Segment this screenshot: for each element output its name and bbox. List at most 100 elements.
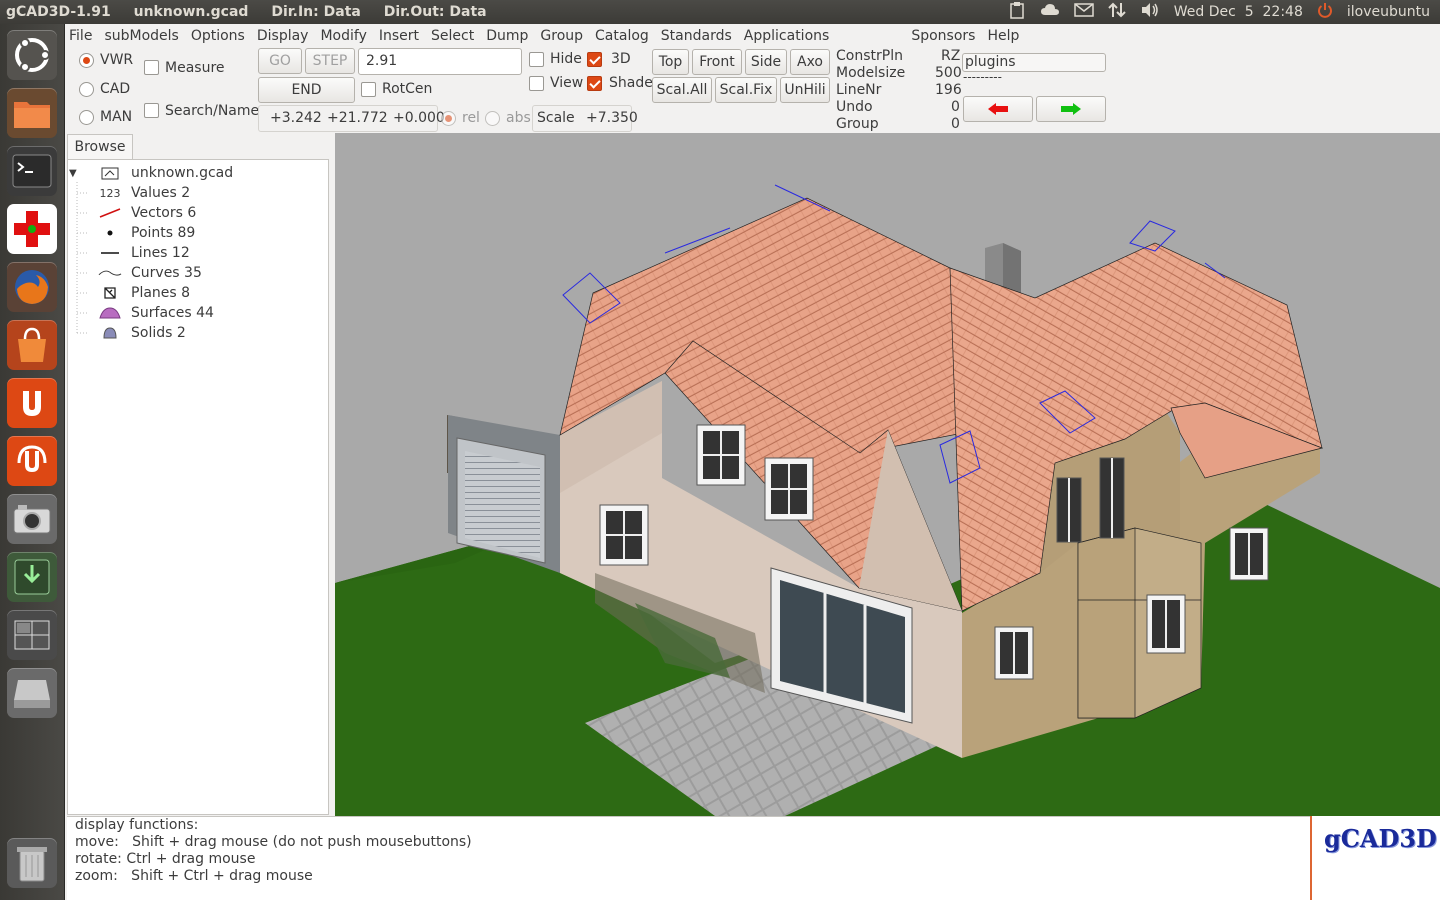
menu-options[interactable]: Options bbox=[185, 28, 251, 44]
coord-x: +3.242 bbox=[270, 110, 322, 126]
rotcen-checkbox[interactable] bbox=[361, 82, 376, 97]
message-line: zoom: Shift + Ctrl + drag mouse bbox=[75, 868, 313, 884]
step-value-field[interactable]: 2.91 bbox=[358, 48, 522, 75]
files-icon[interactable] bbox=[7, 88, 57, 138]
constrpln-value: RZ bbox=[941, 48, 961, 64]
top-view-button[interactable]: Top bbox=[652, 49, 689, 75]
scale-value: +7.350 bbox=[586, 110, 638, 126]
view-label: View bbox=[550, 75, 584, 91]
tree-item-planes[interactable]: Planes 8 bbox=[68, 283, 328, 303]
terminal-icon[interactable] bbox=[7, 146, 57, 196]
measure-checkbox[interactable] bbox=[144, 60, 159, 75]
software-center-icon[interactable] bbox=[7, 320, 57, 370]
unhili-button[interactable]: UnHili bbox=[780, 77, 830, 103]
update-manager-icon[interactable] bbox=[7, 552, 57, 602]
menu-catalog[interactable]: Catalog bbox=[589, 28, 655, 44]
ubuntu-one-music-icon[interactable] bbox=[7, 436, 57, 486]
menu-group[interactable]: Group bbox=[534, 28, 589, 44]
tab-browse[interactable]: Browse bbox=[67, 134, 133, 159]
menu-help[interactable]: Help bbox=[981, 28, 1025, 44]
tree-item-vectors[interactable]: Vectors 6 bbox=[68, 203, 328, 223]
search-name-label: Search/Name bbox=[165, 103, 260, 119]
dash-home-icon[interactable] bbox=[7, 30, 57, 80]
firefox-icon[interactable] bbox=[7, 262, 57, 312]
arrow-right-icon bbox=[1061, 103, 1081, 115]
scale-fix-button[interactable]: Scal.Fix bbox=[715, 77, 777, 103]
linenr-value: 196 bbox=[935, 82, 962, 98]
mail-icon[interactable] bbox=[1074, 2, 1094, 22]
trash-icon[interactable] bbox=[7, 838, 57, 888]
user-name[interactable]: iloveubuntu bbox=[1347, 4, 1430, 20]
window-icon bbox=[696, 424, 746, 486]
plane-icon bbox=[98, 285, 122, 301]
clock[interactable]: Wed Dec 5 22:48 bbox=[1174, 4, 1303, 20]
menu-display[interactable]: Display bbox=[251, 28, 315, 44]
curve-icon bbox=[98, 265, 122, 281]
menu-file[interactable]: File bbox=[63, 28, 98, 44]
house-model-render bbox=[335, 184, 1440, 816]
axo-view-button[interactable]: Axo bbox=[790, 49, 830, 75]
mode-man-radio[interactable] bbox=[79, 110, 94, 125]
top-panel: gCAD3D-1.91 unknown.gcad Dir.In: Data Di… bbox=[0, 0, 1440, 24]
tree-item-points[interactable]: Points 89 bbox=[68, 223, 328, 243]
view-checkbox[interactable] bbox=[529, 76, 544, 91]
menu-submodels[interactable]: subModels bbox=[98, 28, 184, 44]
end-button[interactable]: END bbox=[258, 77, 355, 103]
camera-icon[interactable] bbox=[7, 494, 57, 544]
graphics-viewport[interactable] bbox=[335, 133, 1440, 816]
redo-arrow-button[interactable] bbox=[1036, 96, 1106, 122]
measure-label: Measure bbox=[165, 60, 225, 76]
ubuntu-one-icon[interactable] bbox=[7, 378, 57, 428]
drive-icon[interactable] bbox=[7, 668, 57, 718]
abs-radio[interactable] bbox=[485, 111, 500, 126]
volume-icon[interactable] bbox=[1140, 2, 1160, 22]
menu-standards[interactable]: Standards bbox=[655, 28, 738, 44]
menu-dump[interactable]: Dump bbox=[480, 28, 534, 44]
system-tray: Wed Dec 5 22:48 iloveubuntu bbox=[1008, 1, 1440, 23]
launcher bbox=[0, 24, 65, 900]
mode-vwr-radio[interactable] bbox=[79, 53, 94, 68]
hide-checkbox[interactable] bbox=[529, 52, 544, 67]
front-view-button[interactable]: Front bbox=[692, 49, 742, 75]
mode-cad-radio[interactable] bbox=[79, 82, 94, 97]
shade-label: Shade bbox=[609, 75, 653, 91]
gcad3d-icon[interactable] bbox=[7, 204, 57, 254]
constrpln-label: ConstrPln bbox=[836, 48, 903, 64]
clipboard-icon[interactable] bbox=[1008, 1, 1026, 23]
menu-modify[interactable]: Modify bbox=[314, 28, 372, 44]
search-name-checkbox[interactable] bbox=[144, 103, 159, 118]
menu-insert[interactable]: Insert bbox=[373, 28, 425, 44]
vector-icon bbox=[98, 205, 122, 221]
tree-item-values[interactable]: 123 Values 2 bbox=[68, 183, 328, 203]
three-d-checkbox[interactable] bbox=[587, 52, 602, 67]
tree-item-label: Lines 12 bbox=[131, 245, 190, 261]
tree-guide-lines bbox=[76, 182, 88, 334]
model-file-icon bbox=[98, 165, 122, 181]
cloud-icon[interactable] bbox=[1040, 2, 1060, 22]
menu-select[interactable]: Select bbox=[425, 28, 480, 44]
network-icon[interactable] bbox=[1108, 1, 1126, 23]
tree-item-surfaces[interactable]: Surfaces 44 bbox=[68, 303, 328, 323]
undo-arrow-button[interactable] bbox=[963, 96, 1033, 122]
tree-item-curves[interactable]: Curves 35 bbox=[68, 263, 328, 283]
menu-sponsors[interactable]: Sponsors bbox=[905, 28, 981, 44]
step-button[interactable]: STEP bbox=[305, 48, 355, 74]
tree-item-lines[interactable]: Lines 12 bbox=[68, 243, 328, 263]
coord-z: +0.000 bbox=[393, 110, 445, 126]
workspace-switcher-icon[interactable] bbox=[7, 610, 57, 660]
power-icon[interactable] bbox=[1317, 2, 1333, 22]
menu-applications[interactable]: Applications bbox=[738, 28, 836, 44]
scale-all-button[interactable]: Scal.All bbox=[652, 77, 712, 103]
tree-root[interactable]: ▼ unknown.gcad bbox=[68, 163, 328, 183]
solid-icon bbox=[98, 325, 122, 341]
go-button[interactable]: GO bbox=[258, 48, 302, 74]
shade-checkbox[interactable] bbox=[587, 76, 602, 91]
tree-item-solids[interactable]: Solids 2 bbox=[68, 323, 328, 343]
side-view-button[interactable]: Side bbox=[745, 49, 787, 75]
abs-label: abs bbox=[506, 110, 531, 126]
message-line: display functions: bbox=[75, 817, 199, 833]
tree-item-label: Values 2 bbox=[131, 185, 191, 201]
rel-radio[interactable] bbox=[441, 111, 456, 126]
mode-man-label: MAN bbox=[100, 109, 133, 125]
message-line: move: Shift + drag mouse (do not push mo… bbox=[75, 834, 472, 850]
